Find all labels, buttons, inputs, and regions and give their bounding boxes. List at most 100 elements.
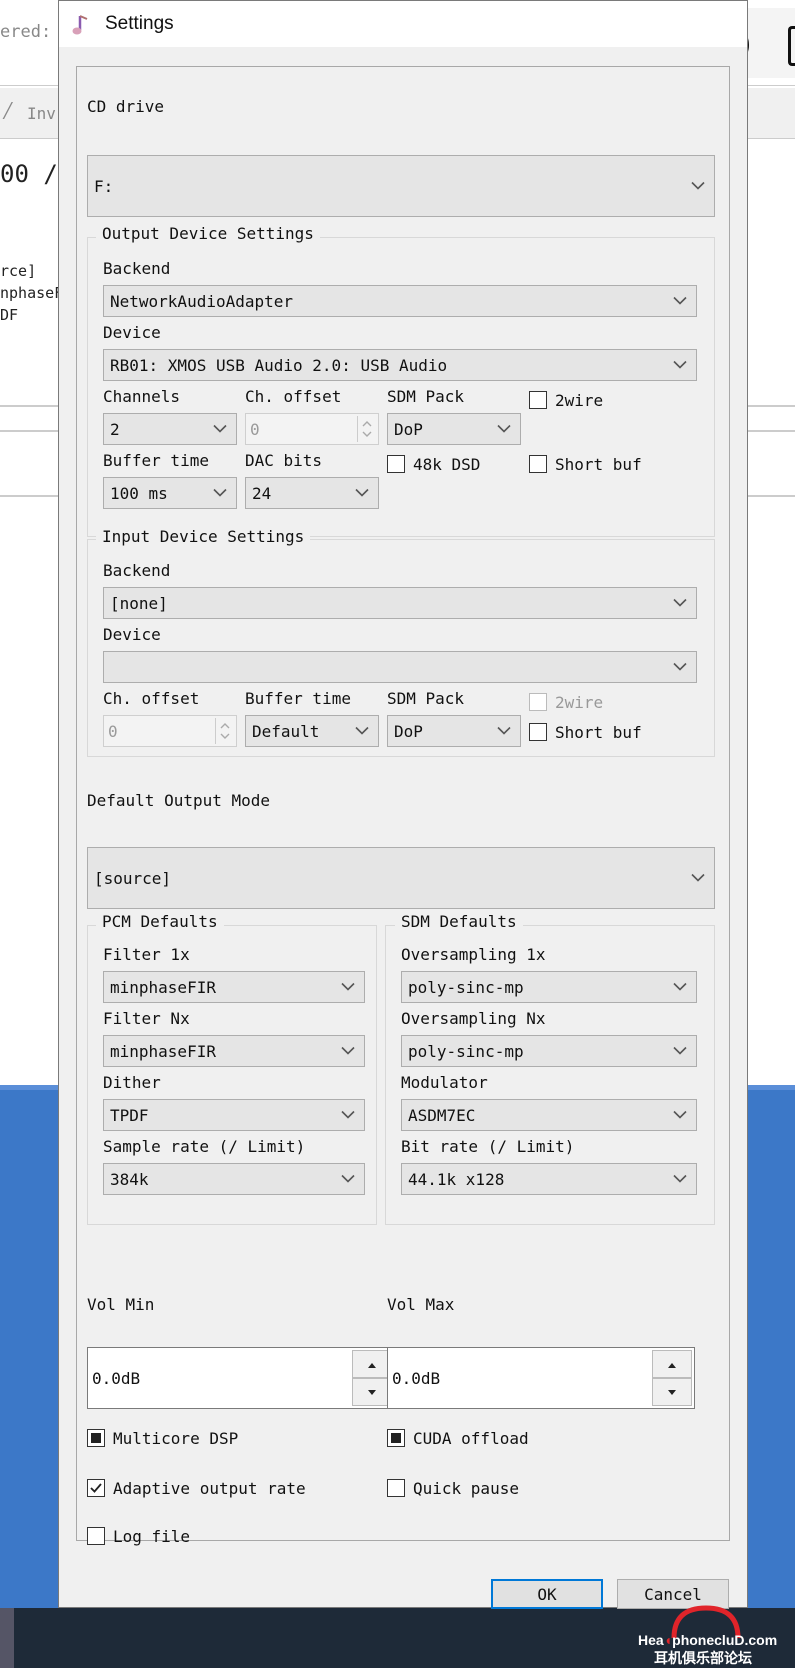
chevron-down-icon [673,982,687,991]
pcm-defaults-title: PCM Defaults [96,912,224,931]
indeterminate-mark [91,1433,101,1443]
sdm-pack-select[interactable]: DoP [387,413,521,445]
bit-rate-select[interactable]: 44.1k x128 [401,1163,697,1195]
buffer-time-select[interactable]: 100 ms [103,477,237,509]
vol-max-spinner[interactable]: 0.0dB [387,1347,695,1409]
input-ch-offset-spinner[interactable]: 0 [103,715,237,747]
2wire-checkbox[interactable] [529,391,547,409]
os1x-select[interactable]: poly-sinc-mp [401,971,697,1003]
chevron-down-icon [673,360,687,369]
cd-drive-select[interactable]: F: [87,155,715,217]
modulator-select[interactable]: ASDM7EC [401,1099,697,1131]
sample-rate-select[interactable]: 384k [103,1163,365,1195]
filternx-label: Filter Nx [103,1009,190,1028]
increment-button[interactable] [652,1350,692,1378]
buffer-time-label: Buffer time [103,451,209,470]
chevron-down-icon [673,1174,687,1183]
spinner-buttons [652,1350,692,1406]
output-device-title: Output Device Settings [96,224,320,243]
input-backend-select[interactable]: [none] [103,587,697,619]
adaptive-output-rate-checkbox[interactable] [87,1479,105,1497]
chevron-down-icon [497,424,511,433]
title-bar: Settings [59,1,747,47]
default-output-mode-select[interactable]: [source] [87,847,715,909]
ok-button[interactable]: OK [491,1579,603,1609]
output-backend-value: NetworkAudioAdapter [110,291,294,311]
default-output-mode-label: Default Output Mode [87,791,271,810]
input-2wire-label: 2wire [555,693,604,712]
chevron-down-icon [673,662,687,671]
spinner-buttons [352,1350,392,1406]
input-short-buf-checkbox[interactable] [529,723,547,741]
default-output-mode-value: [source] [94,868,172,888]
watermark-part: phonecluD [672,1632,745,1648]
input-sdm-pack-value: DoP [394,721,423,741]
channels-select[interactable]: 2 [103,413,237,445]
background-text: 00 / [0,160,58,188]
dither-label: Dither [103,1073,161,1092]
osnx-value: poly-sinc-mp [408,1041,524,1061]
input-sdm-pack-select[interactable]: DoP [387,715,521,747]
decrement-button[interactable] [352,1378,392,1406]
chevron-down-icon [213,424,227,433]
filter1x-value: minphaseFIR [110,977,216,997]
buffer-time-value: 100 ms [110,483,168,503]
background-text: nphaseF [0,284,64,302]
output-backend-select[interactable]: NetworkAudioAdapter [103,285,697,317]
input-device-label: Device [103,625,161,644]
ch-offset-value: 0 [250,419,260,439]
taskbar-edge [0,1608,14,1668]
spinner-arrows-icon[interactable] [357,416,376,442]
cuda-offload-checkbox[interactable] [387,1429,405,1447]
window-icon[interactable] [788,26,795,66]
sdm-defaults-title: SDM Defaults [395,912,523,931]
indeterminate-mark [391,1433,401,1443]
headphoneclub-watermark: Hea◖phonecluD.com 耳机俱乐部论坛 [620,1604,795,1668]
quick-pause-checkbox[interactable] [387,1479,405,1497]
filter1x-label: Filter 1x [103,945,190,964]
backend-label: Backend [103,259,171,278]
input-2wire-checkbox[interactable] [529,693,547,711]
osnx-select[interactable]: poly-sinc-mp [401,1035,697,1067]
input-device-select[interactable] [103,651,697,683]
modulator-value: ASDM7EC [408,1105,476,1125]
bit-rate-value: 44.1k x128 [408,1169,505,1189]
chevron-down-icon [213,488,227,497]
dither-select[interactable]: TPDF [103,1099,365,1131]
quick-pause-label: Quick pause [413,1479,519,1498]
48k-dsd-label: 48k DSD [413,455,481,474]
osnx-label: Oversampling Nx [401,1009,546,1028]
vol-min-value: 0.0dB [92,1368,141,1388]
spinner-arrows-icon[interactable] [215,718,234,744]
chevron-down-icon [341,1046,355,1055]
increment-button[interactable] [352,1350,392,1378]
dither-value: TPDF [110,1105,149,1125]
modulator-label: Modulator [401,1073,488,1092]
output-device-select[interactable]: RB01: XMOS USB Audio 2.0: USB Audio [103,349,697,381]
short-buf-checkbox[interactable] [529,455,547,473]
device-label: Device [103,323,161,342]
input-sdm-pack-label: SDM Pack [387,689,465,708]
filternx-select[interactable]: minphaseFIR [103,1035,365,1067]
chevron-down-icon [673,598,687,607]
channels-label: Channels [103,387,181,406]
chevron-down-icon [691,873,705,882]
dac-bits-select[interactable]: 24 [245,477,379,509]
48k-dsd-checkbox[interactable] [387,455,405,473]
multicore-dsp-checkbox[interactable] [87,1429,105,1447]
log-file-checkbox[interactable] [87,1527,105,1545]
filter1x-select[interactable]: minphaseFIR [103,971,365,1003]
channels-value: 2 [110,419,120,439]
chevron-down-icon [691,181,705,190]
log-file-label: Log file [113,1527,191,1546]
input-buffer-time-select[interactable]: Default [245,715,379,747]
os1x-label: Oversampling 1x [401,945,546,964]
decrement-button[interactable] [652,1378,692,1406]
sample-rate-value: 384k [110,1169,149,1189]
ch-offset-label: Ch. offset [245,387,342,406]
input-ch-offset-label: Ch. offset [103,689,200,708]
vol-min-spinner[interactable]: 0.0dB [87,1347,395,1409]
chevron-down-icon [355,726,369,735]
watermark-part: .com [744,1632,778,1648]
ch-offset-spinner[interactable]: 0 [245,413,379,445]
